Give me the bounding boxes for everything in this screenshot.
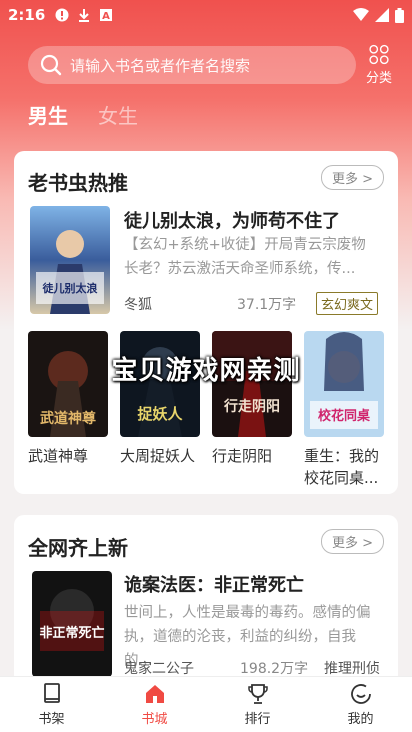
- nav-ranking[interactable]: 排行: [206, 677, 309, 732]
- featured-book-words: 37.1万字: [237, 297, 297, 313]
- section-hot-picks: 老书虫热推 更多 > 徒儿别太浪 徒儿别太浪，为师苟不住了 【玄幻+系统+收徒】…: [14, 151, 398, 494]
- featured-book-cover[interactable]: 非正常死亡: [32, 571, 112, 677]
- nav-label: 书架: [38, 712, 65, 727]
- featured-cover-text: 徒儿别太浪: [42, 281, 98, 295]
- wifi-icon: [353, 8, 369, 21]
- gender-tabs: 男生 女生: [28, 100, 138, 129]
- search-input[interactable]: 请输入书名或者作者名搜索: [28, 46, 356, 84]
- featured-book-desc: 【玄幻+系统+收徒】开局青云宗废物长老？苏云激活天命圣师系统，传...: [124, 237, 366, 277]
- section-title: 老书虫热推: [28, 171, 128, 195]
- featured-book-tag: 玄幻爽文: [316, 292, 379, 315]
- featured-book-author: 冬狐: [124, 297, 152, 313]
- featured-book-title[interactable]: 徒儿别太浪，为师苟不住了: [124, 207, 340, 233]
- nav-label: 书城: [141, 712, 168, 727]
- search-placeholder: 请输入书名或者作者名搜索: [70, 56, 251, 75]
- tab-female[interactable]: 女生: [98, 100, 138, 129]
- more-button[interactable]: 更多 >: [320, 529, 384, 554]
- nav-bookstore[interactable]: 书城: [103, 677, 206, 732]
- book-name: 武道神尊: [28, 447, 89, 465]
- status-bar: 2:16 A: [0, 0, 412, 30]
- featured-book-cover[interactable]: 徒儿别太浪: [30, 206, 110, 314]
- profile-icon: [350, 684, 371, 704]
- svg-text:捉妖人: 捉妖人: [137, 405, 183, 423]
- bottom-nav: 书架 书城 排行 我的: [0, 676, 412, 732]
- nav-bookshelf[interactable]: 书架: [0, 677, 103, 732]
- nav-label: 我的: [347, 712, 374, 727]
- more-button[interactable]: 更多 >: [320, 165, 384, 190]
- status-right: [353, 7, 404, 23]
- svg-text:行走阴阳: 行走阴阳: [223, 398, 280, 415]
- bookstore-icon: [145, 685, 164, 703]
- book-name: 重生：我的校花同桌...: [304, 447, 380, 487]
- tab-male[interactable]: 男生: [28, 100, 68, 129]
- svg-text:A: A: [102, 11, 110, 22]
- book-name: 行走阴阳: [212, 447, 273, 465]
- status-time: 2:16: [8, 6, 46, 24]
- ranking-icon: [247, 684, 268, 704]
- section-title: 全网齐上新: [28, 536, 128, 560]
- category-icon: [369, 44, 389, 65]
- section-new-releases: 全网齐上新 更多 > 非正常死亡 诡案法医：非正常死亡 世间上，人性是最毒的毒药…: [14, 515, 398, 685]
- svg-text:校花同桌: 校花同桌: [318, 408, 371, 424]
- bookshelf-icon: [43, 683, 60, 703]
- featured-book-tag: 推理刑侦: [324, 661, 380, 677]
- svg-text:武道神尊: 武道神尊: [40, 410, 96, 427]
- nav-profile[interactable]: 我的: [309, 677, 412, 732]
- nav-label: 排行: [244, 712, 271, 727]
- category-label: 分类: [365, 71, 392, 86]
- search-icon: [40, 54, 62, 76]
- book-name: 大周捉妖人: [120, 447, 196, 465]
- download-icon: [79, 9, 90, 22]
- battery-icon: [395, 7, 404, 23]
- signal-icon: [375, 8, 389, 22]
- svg-text:非正常死亡: 非正常死亡: [39, 625, 104, 641]
- font-icon: A: [100, 9, 113, 22]
- featured-book-words: 198.2万字: [240, 661, 309, 677]
- featured-book-author: 鬼家二公子: [124, 661, 194, 677]
- category-button[interactable]: 分类: [362, 44, 396, 86]
- watermark-text: 宝贝游戏网亲测: [111, 356, 301, 386]
- featured-book-title[interactable]: 诡案法医：非正常死亡: [124, 571, 304, 597]
- alert-icon: [55, 8, 69, 22]
